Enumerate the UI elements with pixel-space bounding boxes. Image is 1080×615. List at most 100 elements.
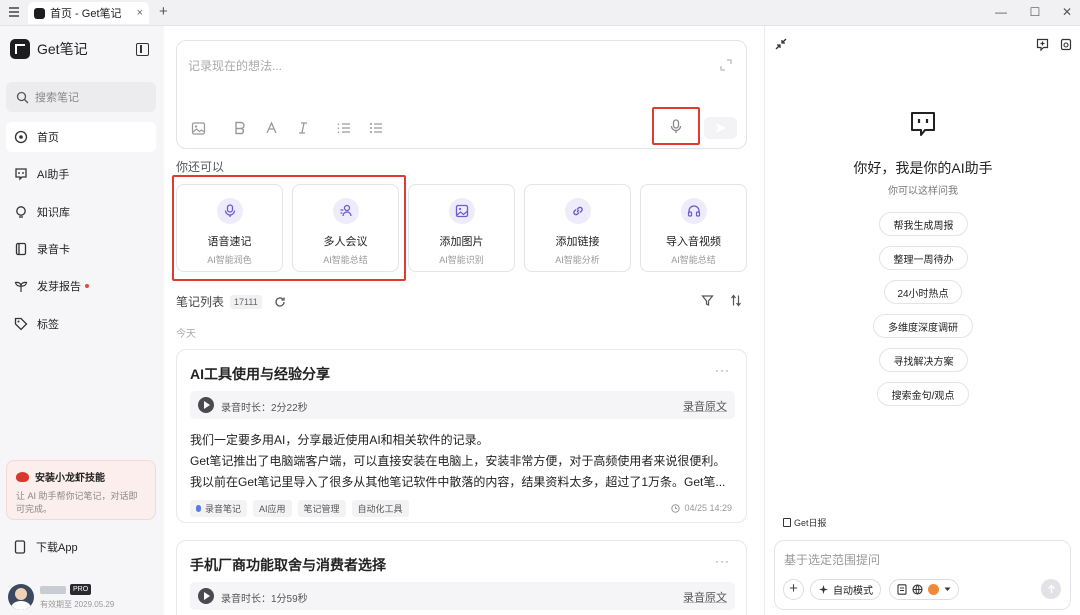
assistant-greeting: 你好，我是你的AI助手 (853, 160, 993, 176)
quick-card-add-image[interactable]: 添加图片 AI智能识别 (408, 184, 515, 272)
suggestion-chip[interactable]: 寻找解决方案 (879, 348, 968, 372)
user-profile[interactable]: PRO 有效期至 2029.05.29 (8, 584, 158, 614)
bold-icon[interactable] (234, 121, 246, 135)
daily-report-link[interactable]: Get日报 (783, 516, 827, 529)
menu-icon[interactable] (7, 5, 21, 19)
sidebar-item-sprout-report[interactable]: 发芽报告 (6, 271, 156, 301)
filter-icon[interactable] (701, 294, 714, 307)
search-input[interactable]: 搜索笔记 (6, 82, 156, 112)
play-icon[interactable] (198, 397, 214, 413)
suggestion-chip[interactable]: 帮我生成周报 (879, 212, 968, 236)
text-color-icon[interactable] (265, 121, 278, 135)
italic-icon[interactable] (298, 121, 308, 135)
card-title: 添加图片 (439, 236, 484, 248)
assistant-input[interactable]: 基于选定范围提问 + 自动模式 (774, 540, 1071, 610)
expand-icon[interactable] (720, 59, 732, 71)
quick-card-import-media[interactable]: 导入音视频 AI智能总结 (640, 184, 747, 272)
mic-icon (216, 198, 243, 224)
promo-card[interactable]: 安装小龙虾技能 让 AI 助手帮你记笔记，对话即可完成。 (6, 460, 156, 520)
sidebar-item-label: 标签 (37, 319, 59, 331)
note-body: 我们一定要多用AI，分享最近使用AI和相关软件的记录。 Get笔记推出了电脑端客… (190, 430, 730, 493)
tag-chip[interactable]: AI应用 (253, 500, 292, 517)
card-title: 多人会议 (323, 236, 368, 248)
minimize-button[interactable]: — (994, 5, 1008, 19)
shrink-icon[interactable] (775, 38, 787, 50)
avatar[interactable] (8, 584, 34, 610)
card-subtitle: AI智能分析 (555, 255, 600, 265)
maximize-button[interactable]: ☐ (1028, 5, 1042, 19)
card-title: 语音速记 (207, 236, 252, 248)
send-button[interactable] (1041, 579, 1061, 599)
sidebar-item-ai-assistant[interactable]: AI助手 (6, 159, 156, 189)
note-date-text: 04/25 14:29 (684, 503, 732, 513)
daily-report-label: Get日报 (794, 518, 827, 528)
ai-assistant-panel: 你好，我是你的AI助手 你可以这样问我 帮我生成周报 整理一周待办 24小时热点… (764, 26, 1080, 615)
app-logo-icon (34, 7, 45, 19)
bot-icon (15, 168, 27, 181)
username-blurred (40, 586, 66, 594)
tab-close-button[interactable]: × (137, 7, 143, 19)
browser-tab[interactable]: 首页 - Get笔记 × (28, 2, 149, 24)
newspaper-icon (783, 518, 791, 527)
bullet-list-icon[interactable] (369, 121, 383, 135)
note-tags: 录音笔记 AI应用 笔记管理 自动化工具 (190, 500, 415, 517)
audio-player: 录音时长：1分59秒 录音原文 (190, 582, 735, 610)
mode-selector[interactable]: 自动模式 (810, 579, 881, 600)
suggestion-chip[interactable]: 搜索金句/观点 (877, 382, 969, 406)
suggestion-chip[interactable]: 整理一周待办 (879, 246, 968, 270)
sidebar-item-home[interactable]: 首页 (6, 122, 156, 152)
more-options-icon[interactable]: ··· (715, 363, 730, 377)
quick-card-voice-note[interactable]: 语音速记 AI智能润色 (176, 184, 283, 272)
sidebar-item-recording-card[interactable]: 录音卡 (6, 234, 156, 264)
note-card[interactable]: 手机厂商功能取舍与消费者选择 ··· 录音时长：1分59秒 录音原文 (176, 540, 747, 615)
add-attachment-button[interactable]: + (783, 579, 804, 600)
search-placeholder: 搜索笔记 (35, 92, 79, 104)
tag-chip[interactable]: 笔记管理 (297, 500, 346, 517)
sort-icon[interactable] (730, 294, 742, 307)
tag-chip[interactable]: 自动化工具 (351, 500, 409, 517)
send-button[interactable] (704, 117, 737, 139)
download-app-button[interactable]: 下载App (6, 532, 156, 562)
more-options-icon[interactable]: ··· (715, 554, 730, 568)
knowledge-base-icon (928, 584, 939, 595)
close-window-button[interactable]: ✕ (1060, 5, 1074, 19)
transcript-link[interactable]: 录音原文 (683, 589, 727, 605)
note-card[interactable]: AI工具使用与经验分享 ··· 录音时长：2分22秒 录音原文 我们一定要多用A… (176, 349, 747, 523)
mode-label: 自动模式 (833, 586, 873, 597)
arrow-up-icon (1047, 584, 1055, 593)
suggestion-chip[interactable]: 24小时热点 (884, 280, 962, 304)
date-group-label: 今天 (176, 329, 196, 340)
note-line: 我以前在Get笔记里导入了很多从其他笔记软件中散落的内容，结果资料太多，超过了1… (190, 475, 726, 489)
new-chat-icon[interactable] (1036, 38, 1049, 51)
sidebar-item-knowledge[interactable]: 知识库 (6, 197, 156, 227)
new-tab-button[interactable]: + (159, 3, 168, 20)
quick-card-meeting[interactable]: 多人会议 AI智能总结 (292, 184, 399, 272)
tag-label: 自动化工具 (357, 504, 403, 514)
note-count-badge: 17111 (230, 294, 262, 309)
quick-card-add-link[interactable]: 添加链接 AI智能分析 (524, 184, 631, 272)
refresh-icon[interactable] (274, 296, 286, 308)
assistant-subtitle: 你可以这样问我 (888, 186, 958, 197)
link-icon (564, 198, 591, 224)
audio-duration: 录音时长：2分22秒 (221, 403, 308, 414)
headphones-icon (680, 198, 707, 224)
sidebar-item-tags[interactable]: 标签 (6, 309, 156, 339)
ordered-list-icon[interactable] (337, 121, 351, 135)
transcript-link[interactable]: 录音原文 (683, 398, 727, 414)
mic-icon (196, 505, 201, 512)
collapse-sidebar-icon[interactable] (136, 43, 149, 56)
play-icon[interactable] (198, 588, 214, 604)
note-list-header: 笔记列表 17111 (176, 293, 286, 310)
sprout-icon (14, 281, 28, 292)
voice-input-button[interactable] (652, 107, 700, 145)
image-icon[interactable] (191, 121, 206, 136)
main-content: 记录现在的想法... 你还可以 语音速记 AI智能润色 多人会议 AI智能总结 … (164, 26, 764, 615)
scope-selector[interactable] (889, 579, 959, 600)
history-icon[interactable] (1060, 38, 1072, 51)
send-icon (715, 123, 726, 133)
tag-chip[interactable]: 录音笔记 (190, 500, 248, 517)
note-list-title: 笔记列表 (176, 295, 225, 309)
suggestion-chip[interactable]: 多维度深度调研 (873, 314, 973, 338)
note-editor[interactable]: 记录现在的想法... (176, 40, 747, 149)
card-icon (15, 242, 27, 256)
